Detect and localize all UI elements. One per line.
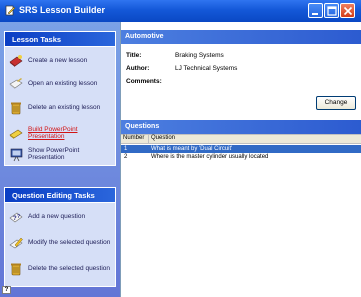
- delete-lesson-icon: [11, 102, 21, 115]
- author-value: LJ Technical Systems: [175, 65, 238, 72]
- title-value: Braking Systems: [175, 52, 224, 59]
- task-pane: Lesson Tasks Create a new lesson Open an…: [0, 22, 120, 297]
- task-label: Delete an existing lesson: [28, 104, 101, 112]
- table-row[interactable]: 1 What is meant by 'Dual Circuit': [121, 145, 361, 153]
- help-button[interactable]: ?: [2, 286, 11, 294]
- task-add-question[interactable]: ? ? Add a new question: [8, 209, 85, 225]
- close-icon: [343, 6, 353, 16]
- task-label: Open an existing lesson: [28, 80, 98, 88]
- maximize-icon: [327, 6, 337, 16]
- title-label: Title:: [126, 52, 142, 59]
- questions-table[interactable]: Number Question 1 What is meant by 'Dual…: [121, 134, 361, 297]
- lesson-tasks-panel: Lesson Tasks Create a new lesson Open an…: [4, 31, 116, 166]
- task-label: Create a new lesson: [28, 57, 88, 65]
- minimize-icon: [312, 13, 318, 15]
- task-build-presentation[interactable]: Build PowerPoint Presentation: [8, 125, 115, 141]
- delete-question-icon: [11, 263, 21, 276]
- app-icon: [5, 5, 16, 16]
- build-presentation-icon: [9, 129, 23, 139]
- content-area: Automotive Title: Braking Systems Author…: [120, 22, 361, 297]
- app-window: SRS Lesson Builder Lesson Tasks Create a…: [0, 0, 361, 297]
- task-delete-question[interactable]: Delete the selected question: [8, 261, 110, 277]
- task-label: Delete the selected question: [28, 265, 111, 273]
- question-tasks-header[interactable]: Question Editing Tasks: [5, 188, 115, 203]
- table-row[interactable]: 2 Where is the master cylinder usually l…: [121, 153, 361, 161]
- lesson-category-header: Automotive: [121, 30, 361, 44]
- comments-label: Comments:: [126, 78, 162, 85]
- show-presentation-icon: [10, 148, 23, 162]
- task-delete-lesson[interactable]: Delete an existing lesson: [8, 100, 100, 116]
- window-title: SRS Lesson Builder: [19, 5, 106, 15]
- change-button[interactable]: Change: [316, 96, 356, 110]
- column-header-question[interactable]: Question: [149, 135, 361, 144]
- create-lesson-icon: [9, 55, 23, 67]
- task-label: Build PowerPoint Presentation: [28, 125, 78, 141]
- modify-question-icon: [9, 237, 23, 249]
- maximize-button[interactable]: [324, 3, 339, 18]
- add-question-icon: ? ?: [9, 212, 23, 223]
- row-question: Where is the master cylinder usually loc…: [151, 153, 269, 160]
- task-label: Show PowerPoint Presentation: [28, 146, 80, 162]
- row-question: What is meant by 'Dual Circuit': [151, 145, 233, 152]
- questions-header: Questions: [121, 120, 361, 134]
- task-create-lesson[interactable]: Create a new lesson: [8, 53, 87, 69]
- lesson-tasks-header[interactable]: Lesson Tasks: [5, 32, 115, 47]
- title-bar[interactable]: SRS Lesson Builder: [0, 0, 361, 22]
- task-open-lesson[interactable]: Open an existing lesson: [8, 76, 97, 92]
- close-button[interactable]: [340, 3, 355, 18]
- question-tasks-panel: Question Editing Tasks ? ? Add a new que…: [4, 187, 116, 287]
- task-show-presentation[interactable]: Show PowerPoint Presentation: [8, 146, 115, 162]
- task-label: Modify the selected question: [28, 239, 111, 247]
- author-label: Author:: [126, 65, 150, 72]
- task-modify-question[interactable]: Modify the selected question: [8, 235, 110, 251]
- svg-text:?: ?: [17, 214, 20, 220]
- column-header-number[interactable]: Number: [121, 135, 149, 144]
- open-lesson-icon: [9, 78, 23, 89]
- row-number: 1: [124, 145, 128, 152]
- row-number: 2: [124, 153, 128, 160]
- task-label: Add a new question: [28, 213, 86, 221]
- minimize-button[interactable]: [308, 3, 323, 18]
